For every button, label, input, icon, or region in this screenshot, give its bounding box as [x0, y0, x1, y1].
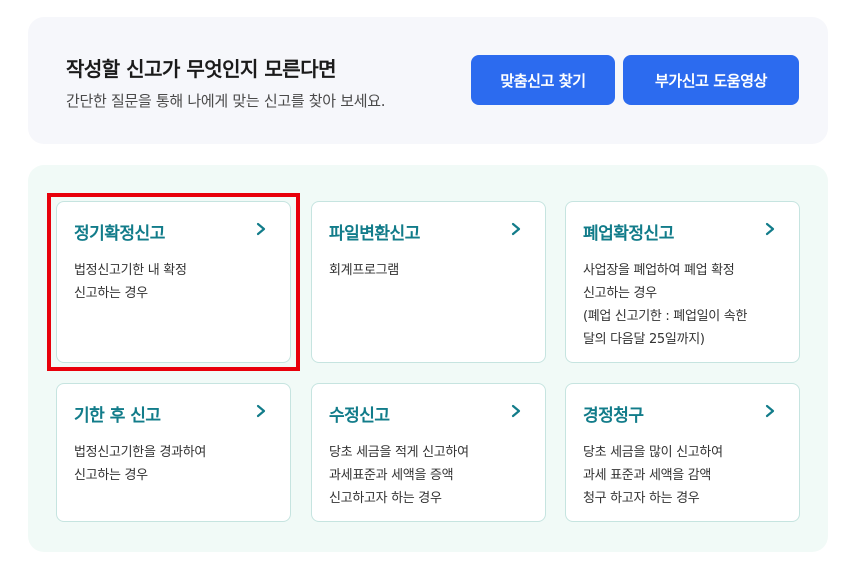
- card-closure-final-report[interactable]: 폐업확정신고 사업장을 폐업하여 폐업 확정 신고하는 경우 (폐업 신고기한 …: [565, 201, 800, 363]
- card-title: 폐업확정신고: [583, 224, 674, 244]
- card-description: 당초 세금을 많이 신고하여 과세 표준과 세액을 감액 청구 하고자 하는 경…: [583, 445, 723, 506]
- card-late-report[interactable]: 기한 후 신고 법정신고기한을 경과하여 신고하는 경우: [56, 383, 291, 522]
- card-description: 당초 세금을 적게 신고하여 과세표준과 세액을 증액 신고하고자 하는 경우: [329, 445, 469, 506]
- card-description: 회계프로그램: [329, 263, 399, 278]
- card-file-conversion-report[interactable]: 파일변환신고 회계프로그램: [311, 201, 546, 363]
- chevron-right-icon: [765, 222, 775, 236]
- card-amended-report[interactable]: 수정신고 당초 세금을 적게 신고하여 과세표준과 세액을 증액 신고하고자 하…: [311, 383, 546, 522]
- card-title: 경정청구: [583, 406, 644, 426]
- chevron-right-icon: [511, 404, 521, 418]
- card-description: 법정신고기한 내 확정 신고하는 경우: [74, 263, 187, 301]
- card-correction-claim[interactable]: 경정청구 당초 세금을 많이 신고하여 과세 표준과 세액을 감액 청구 하고자…: [565, 383, 800, 522]
- card-description: 법정신고기한을 경과하여 신고하는 경우: [74, 445, 207, 483]
- help-video-button[interactable]: 부가신고 도움영상: [623, 55, 799, 105]
- chevron-right-icon: [511, 222, 521, 236]
- find-custom-report-button[interactable]: 맞춤신고 찾기: [471, 55, 615, 105]
- chevron-right-icon: [256, 404, 266, 418]
- chevron-right-icon: [256, 222, 266, 236]
- card-regular-final-report[interactable]: 정기확정신고 법정신고기한 내 확정 신고하는 경우: [56, 201, 291, 363]
- chevron-right-icon: [765, 404, 775, 418]
- card-title: 기한 후 신고: [74, 406, 161, 426]
- card-title: 수정신고: [329, 406, 390, 426]
- report-type-panel: 정기확정신고 법정신고기한 내 확정 신고하는 경우 파일변환신고 회계프로그램…: [28, 165, 828, 552]
- card-title: 파일변환신고: [329, 224, 420, 244]
- card-title: 정기확정신고: [74, 224, 165, 244]
- banner-title: 작성할 신고가 무엇인지 모른다면: [66, 57, 337, 81]
- card-description: 사업장을 폐업하여 폐업 확정 신고하는 경우 (폐업 신고기한 : 폐업일이 …: [583, 263, 748, 347]
- guide-banner: 작성할 신고가 무엇인지 모른다면 간단한 질문을 통해 나에게 맞는 신고를 …: [28, 17, 828, 144]
- banner-subtitle: 간단한 질문을 통해 나에게 맞는 신고를 찾아 보세요.: [66, 92, 386, 110]
